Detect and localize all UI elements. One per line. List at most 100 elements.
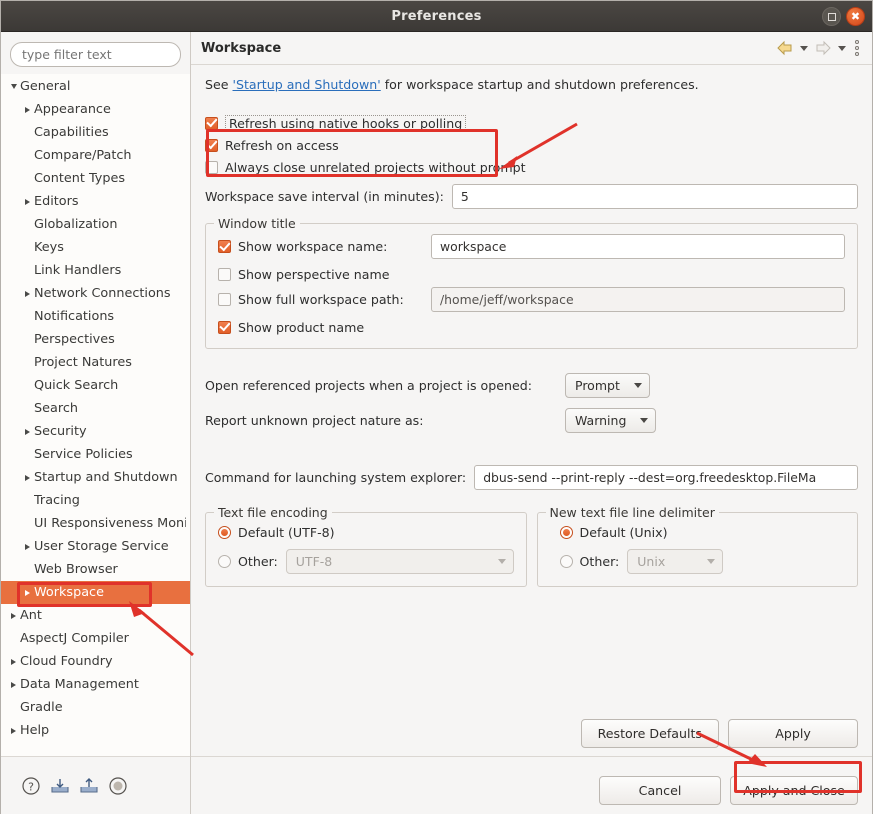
delimiter-other-radio[interactable] — [559, 555, 573, 568]
chevron-down-icon[interactable] — [7, 84, 20, 89]
system-explorer-input[interactable] — [474, 465, 858, 490]
delimiter-other-row: Other: Unix — [550, 549, 846, 574]
delimiter-default-radio[interactable] — [559, 525, 573, 539]
sidebar-item-tracing[interactable]: Tracing — [1, 489, 190, 512]
chevron-right-icon[interactable] — [21, 543, 34, 550]
export-icon[interactable] — [79, 776, 99, 796]
sidebar-item-notifications[interactable]: Notifications — [1, 305, 190, 328]
close-icon[interactable]: ✖ — [846, 7, 865, 26]
show-product-name-checkbox[interactable] — [218, 320, 231, 334]
encoding-default-row[interactable]: Default (UTF-8) — [218, 521, 514, 543]
sidebar-item-globalization[interactable]: Globalization — [1, 213, 190, 236]
apply-and-close-button[interactable]: Apply and Close — [730, 776, 858, 805]
dialog-footer: Cancel Apply and Close — [191, 756, 872, 814]
restore-defaults-button[interactable]: Restore Defaults — [580, 719, 719, 748]
sidebar-item-gradle[interactable]: Gradle — [1, 696, 190, 719]
sidebar-item-label: Project Natures — [34, 355, 132, 370]
sidebar-item-aspectj-compiler[interactable]: AspectJ Compiler — [1, 627, 190, 650]
chevron-right-icon[interactable] — [21, 106, 34, 113]
refresh-on-access-checkbox-row[interactable]: Refresh on access — [205, 134, 858, 156]
encoding-other-select[interactable]: UTF-8 — [285, 549, 514, 574]
chevron-right-icon[interactable] — [7, 727, 20, 734]
show-perspective-name-row[interactable]: Show perspective name — [218, 263, 845, 285]
always-close-unrelated-checkbox-row[interactable]: Always close unrelated projects without … — [205, 156, 858, 178]
encoding-default-radio[interactable] — [218, 525, 231, 539]
delimiter-other-select[interactable]: Unix — [627, 549, 724, 574]
maximize-icon[interactable] — [822, 7, 841, 26]
apply-button[interactable]: Apply — [728, 719, 858, 748]
delimiter-default-row[interactable]: Default (Unix) — [550, 521, 846, 543]
sidebar-item-user-storage-service[interactable]: User Storage Service — [1, 535, 190, 558]
line-delimiter-legend: New text file line delimiter — [545, 505, 719, 520]
sidebar-item-ant[interactable]: Ant — [1, 604, 190, 627]
view-menu-icon[interactable] — [852, 40, 862, 56]
chevron-right-icon[interactable] — [7, 658, 20, 665]
sidebar-item-cloud-foundry[interactable]: Cloud Foundry — [1, 650, 190, 673]
chevron-right-icon[interactable] — [21, 290, 34, 297]
workspace-name-input[interactable] — [431, 234, 845, 259]
sidebar-item-web-browser[interactable]: Web Browser — [1, 558, 190, 581]
sidebar-item-perspectives[interactable]: Perspectives — [1, 328, 190, 351]
sidebar-item-capabilities[interactable]: Capabilities — [1, 121, 190, 144]
show-product-name-label: Show product name — [238, 319, 365, 335]
sidebar-item-label: Editors — [34, 194, 79, 209]
target-icon[interactable] — [108, 776, 128, 796]
sidebar-item-general[interactable]: General — [1, 75, 190, 98]
sidebar-item-search[interactable]: Search — [1, 397, 190, 420]
intro-text: See 'Startup and Shutdown' for workspace… — [205, 77, 858, 92]
text-file-encoding-group: Text file encoding Default (UTF-8) Other… — [205, 505, 527, 587]
save-interval-input[interactable] — [451, 184, 858, 209]
full-workspace-path-input[interactable] — [431, 287, 845, 312]
show-full-path-checkbox[interactable] — [218, 293, 231, 306]
help-icon[interactable]: ? — [21, 776, 41, 796]
startup-shutdown-link[interactable]: 'Startup and Shutdown' — [233, 77, 381, 92]
refresh-on-access-checkbox[interactable] — [205, 138, 218, 152]
window-buttons: ✖ — [822, 1, 865, 32]
open-referenced-select[interactable]: Prompt — [565, 373, 650, 398]
sidebar-item-content-types[interactable]: Content Types — [1, 167, 190, 190]
report-nature-select[interactable]: Warning — [565, 408, 657, 433]
refresh-native-hooks-checkbox-row[interactable]: Refresh using native hooks or polling — [205, 112, 858, 134]
back-arrow-icon[interactable] — [776, 40, 794, 56]
sidebar-item-appearance[interactable]: Appearance — [1, 98, 190, 121]
chevron-right-icon[interactable] — [21, 428, 34, 435]
show-workspace-name-checkbox[interactable] — [218, 240, 231, 253]
refresh-native-hooks-checkbox[interactable] — [205, 116, 218, 130]
sidebar-item-label: User Storage Service — [34, 539, 169, 554]
show-product-name-row[interactable]: Show product name — [218, 316, 845, 338]
sidebar-item-label: Security — [34, 424, 87, 439]
sidebar-item-ui-responsiveness-monitoring[interactable]: UI Responsiveness Monitoring — [1, 512, 190, 535]
sidebar-item-workspace[interactable]: Workspace — [1, 581, 190, 604]
sidebar-item-compare-patch[interactable]: Compare/Patch — [1, 144, 190, 167]
sidebar-item-service-policies[interactable]: Service Policies — [1, 443, 190, 466]
encoding-other-radio[interactable] — [218, 555, 231, 568]
sidebar-item-project-natures[interactable]: Project Natures — [1, 351, 190, 374]
sidebar-item-keys[interactable]: Keys — [1, 236, 190, 259]
sidebar-item-quick-search[interactable]: Quick Search — [1, 374, 190, 397]
chevron-right-icon[interactable] — [21, 589, 34, 596]
forward-dropdown-caret-icon[interactable] — [838, 45, 846, 51]
sidebar-item-link-handlers[interactable]: Link Handlers — [1, 259, 190, 282]
import-icon[interactable] — [50, 776, 70, 796]
sidebar-item-help[interactable]: Help — [1, 719, 190, 742]
sidebar-item-label: General — [20, 79, 71, 94]
sidebar-item-editors[interactable]: Editors — [1, 190, 190, 213]
chevron-right-icon[interactable] — [21, 198, 34, 205]
show-workspace-name-row: Show workspace name: — [218, 234, 845, 259]
preferences-tree[interactable]: General Appearance Capabilities Compare/Pat… — [1, 74, 190, 756]
refresh-checkbox-group: Refresh using native hooks or polling Re… — [205, 112, 858, 156]
chevron-right-icon[interactable] — [7, 612, 20, 619]
chevron-right-icon[interactable] — [7, 681, 20, 688]
sidebar-item-network-connections[interactable]: Network Connections — [1, 282, 190, 305]
always-close-unrelated-checkbox[interactable] — [205, 160, 218, 174]
page-header-icons — [776, 40, 862, 56]
cancel-button[interactable]: Cancel — [599, 776, 721, 805]
chevron-right-icon[interactable] — [21, 474, 34, 481]
back-dropdown-caret-icon[interactable] — [800, 45, 808, 51]
sidebar-item-data-management[interactable]: Data Management — [1, 673, 190, 696]
system-explorer-row: Command for launching system explorer: — [205, 465, 858, 490]
show-perspective-name-checkbox[interactable] — [218, 267, 231, 281]
sidebar-item-security[interactable]: Security — [1, 420, 190, 443]
search-input[interactable] — [10, 42, 181, 67]
sidebar-item-startup-and-shutdown[interactable]: Startup and Shutdown — [1, 466, 190, 489]
